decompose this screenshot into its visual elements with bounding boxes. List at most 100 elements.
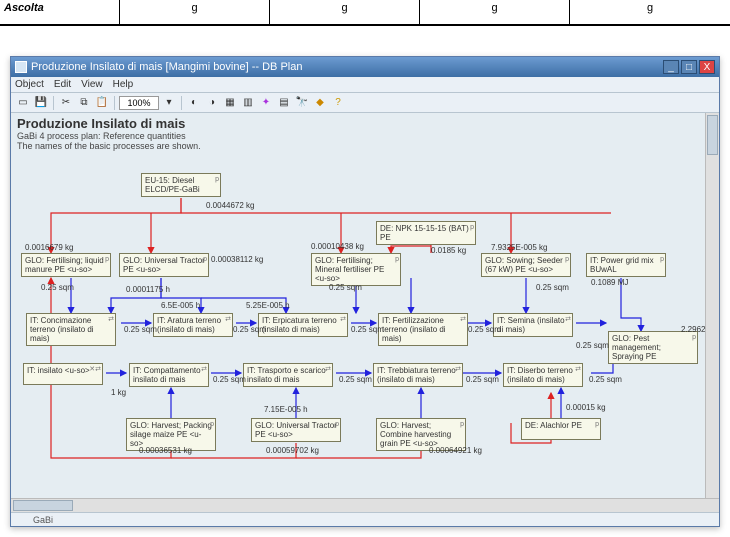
app-window: Produzione Insilato di mais [Mangimi bov… [10, 56, 720, 527]
node-aratura[interactable]: IT: Aratura terreno (insilato di mais)⇄ [153, 313, 233, 337]
node-npk[interactable]: DE: NPK 15-15-15 (BAT) PEp [376, 221, 476, 245]
edge-label: 0.00038112 kg [211, 255, 263, 264]
edge-label: 0.25 sqm [233, 325, 266, 334]
tool-e-icon[interactable]: ✦ [258, 95, 274, 111]
node-trebbiatura[interactable]: IT: Trebbiatura terreno (insilato di mai… [373, 363, 463, 387]
edge-label: 0.0001175 h [126, 285, 170, 294]
node-insilato[interactable]: IT: insilato <u-so>✕⇄ [23, 363, 103, 385]
tbl-c1: g [120, 0, 270, 26]
vertical-scrollbar[interactable] [705, 113, 719, 498]
edge-label: 7.15E-005 h [264, 405, 308, 414]
window-buttons: _ □ X [663, 60, 715, 74]
edge-label: 0.00064921 kg [429, 446, 482, 455]
menu-edit[interactable]: Edit [54, 79, 71, 90]
canvas-wrap: Produzione Insilato di mais GaBi 4 proce… [11, 113, 719, 498]
edge-label: 5.25E-005 h [246, 301, 290, 310]
node-fert-liquid[interactable]: GLO: Fertilising; liquid manure PE <u-so… [21, 253, 111, 277]
save-icon[interactable]: 💾 [33, 95, 49, 111]
gap [0, 26, 730, 56]
edge-label: 0.25 sqm [468, 325, 501, 334]
horizontal-scrollbar[interactable] [11, 498, 719, 512]
close-button[interactable]: X [699, 60, 715, 74]
node-pest[interactable]: GLO: Pest management; Spraying PEp [608, 331, 698, 364]
tool-b-icon[interactable]: ◑ [204, 95, 220, 111]
new-icon[interactable]: ▭ [15, 95, 31, 111]
edge-label: 0.25 sqm [589, 375, 622, 384]
node-erpicatura[interactable]: IT: Erpicatura terreno (insilato di mais… [258, 313, 348, 337]
edge-label: 0.25 sqm [339, 375, 372, 384]
edge-label: 0.25 sqm [466, 375, 499, 384]
edge-label: 0.00036531 kg [139, 446, 192, 455]
edge-label: 0.0044672 kg [206, 201, 255, 210]
menubar: Object Edit View Help [11, 77, 719, 93]
canvas[interactable]: Produzione Insilato di mais GaBi 4 proce… [11, 113, 705, 498]
edge-label: 0.1089 MJ [591, 278, 628, 287]
zoom-dropdown-icon[interactable]: ▾ [161, 95, 177, 111]
edge-label: 6.5E-005 h [161, 301, 200, 310]
node-fertilizzazione[interactable]: IT: Fertilizzazione terreno (insilato di… [378, 313, 468, 346]
node-diesel[interactable]: EU-15: Diesel ELCD/PE-GaBip [141, 173, 221, 197]
node-semina[interactable]: IT: Semina (insilato di mais)⇄ [493, 313, 573, 337]
vscroll-thumb[interactable] [707, 115, 718, 155]
titlebar[interactable]: Produzione Insilato di mais [Mangimi bov… [11, 57, 719, 77]
app-icon [15, 61, 27, 73]
sep [53, 96, 54, 110]
edge-label: 0.25 sqm [576, 341, 609, 350]
edge-label: 1 kg [111, 388, 126, 397]
statusbar: GaBi [11, 512, 719, 526]
edge-label: 0.25 sqm [213, 375, 246, 384]
edge-label: 0.00010438 kg [311, 242, 364, 251]
menu-view[interactable]: View [81, 79, 103, 90]
node-compattamento[interactable]: IT: Compattamento insilato di mais⇄ [129, 363, 209, 387]
sep [114, 96, 115, 110]
hscroll-thumb[interactable] [13, 500, 73, 511]
node-alachlor[interactable]: DE: Alachlor PEp [521, 418, 601, 440]
edge-label: 2.2962 [681, 325, 705, 334]
tbl-c0: Ascolta [0, 0, 120, 26]
node-powergrid[interactable]: IT: Power grid mix BUwALp [586, 253, 666, 277]
status-mid: GaBi [33, 515, 53, 525]
connections [11, 113, 705, 498]
plan-subtitle-1: GaBi 4 process plan: Reference quantitie… [17, 131, 186, 141]
edge-label: 0.25 sqm [536, 283, 569, 292]
edge-label: 0.25 sqm [329, 283, 362, 292]
node-tractor2[interactable]: GLO: Universal Tractor PE <u-so>p [251, 418, 341, 442]
table-fragment: Ascolta g g g g [0, 0, 730, 26]
tbl-c4: g [570, 0, 730, 26]
menu-object[interactable]: Object [15, 79, 44, 90]
menu-help[interactable]: Help [113, 79, 134, 90]
copy-icon[interactable]: ⧉ [76, 95, 92, 111]
node-trasporto[interactable]: IT: Trasporto e scarico insilato di mais… [243, 363, 333, 387]
window-title: Produzione Insilato di mais [Mangimi bov… [31, 61, 302, 73]
node-tractor1[interactable]: GLO: Universal Tractor PE <u-so>p [119, 253, 209, 277]
tbl-c2: g [270, 0, 420, 26]
maximize-button[interactable]: □ [681, 60, 697, 74]
node-diserbo[interactable]: IT: Diserbo terreno (insilato di mais)⇄ [503, 363, 583, 387]
sep [181, 96, 182, 110]
tbl-c3: g [420, 0, 570, 26]
edge-label: 0.0016679 kg [25, 243, 74, 252]
minimize-button[interactable]: _ [663, 60, 679, 74]
tool-d-icon[interactable]: ▥ [240, 95, 256, 111]
plan-subtitle-2: The names of the basic processes are sho… [17, 141, 201, 151]
edge-label: 7.9325E-005 kg [491, 243, 548, 252]
zoom-field[interactable]: 100% [119, 96, 159, 110]
toolbar: ▭ 💾 ✂ ⧉ 📋 100% ▾ ◐ ◑ ▦ ▥ ✦ ▤ 🔭 ◆ ? [11, 93, 719, 113]
tool-h-icon[interactable]: ◆ [312, 95, 328, 111]
node-fert-mineral[interactable]: GLO: Fertilising; Mineral fertiliser PE … [311, 253, 401, 286]
edge-label: 0.0185 kg [431, 246, 466, 255]
plan-title: Produzione Insilato di mais [17, 116, 185, 131]
edge-label: 0.25 sqm [41, 283, 74, 292]
cut-icon[interactable]: ✂ [58, 95, 74, 111]
node-concimazione[interactable]: IT: Concimazione terreno (insilato di ma… [26, 313, 116, 346]
edge-label: 0.00059702 kg [266, 446, 319, 455]
edge-label: 0.25 sqm [351, 325, 384, 334]
binoculars-icon[interactable]: 🔭 [294, 95, 310, 111]
edge-label: 0.25 sqm [124, 325, 157, 334]
help-icon[interactable]: ? [330, 95, 346, 111]
paste-icon[interactable]: 📋 [94, 95, 110, 111]
tool-f-icon[interactable]: ▤ [276, 95, 292, 111]
tool-a-icon[interactable]: ◐ [186, 95, 202, 111]
node-sowing[interactable]: GLO: Sowing; Seeder (67 kW) PE <u-so>p [481, 253, 571, 277]
tool-c-icon[interactable]: ▦ [222, 95, 238, 111]
